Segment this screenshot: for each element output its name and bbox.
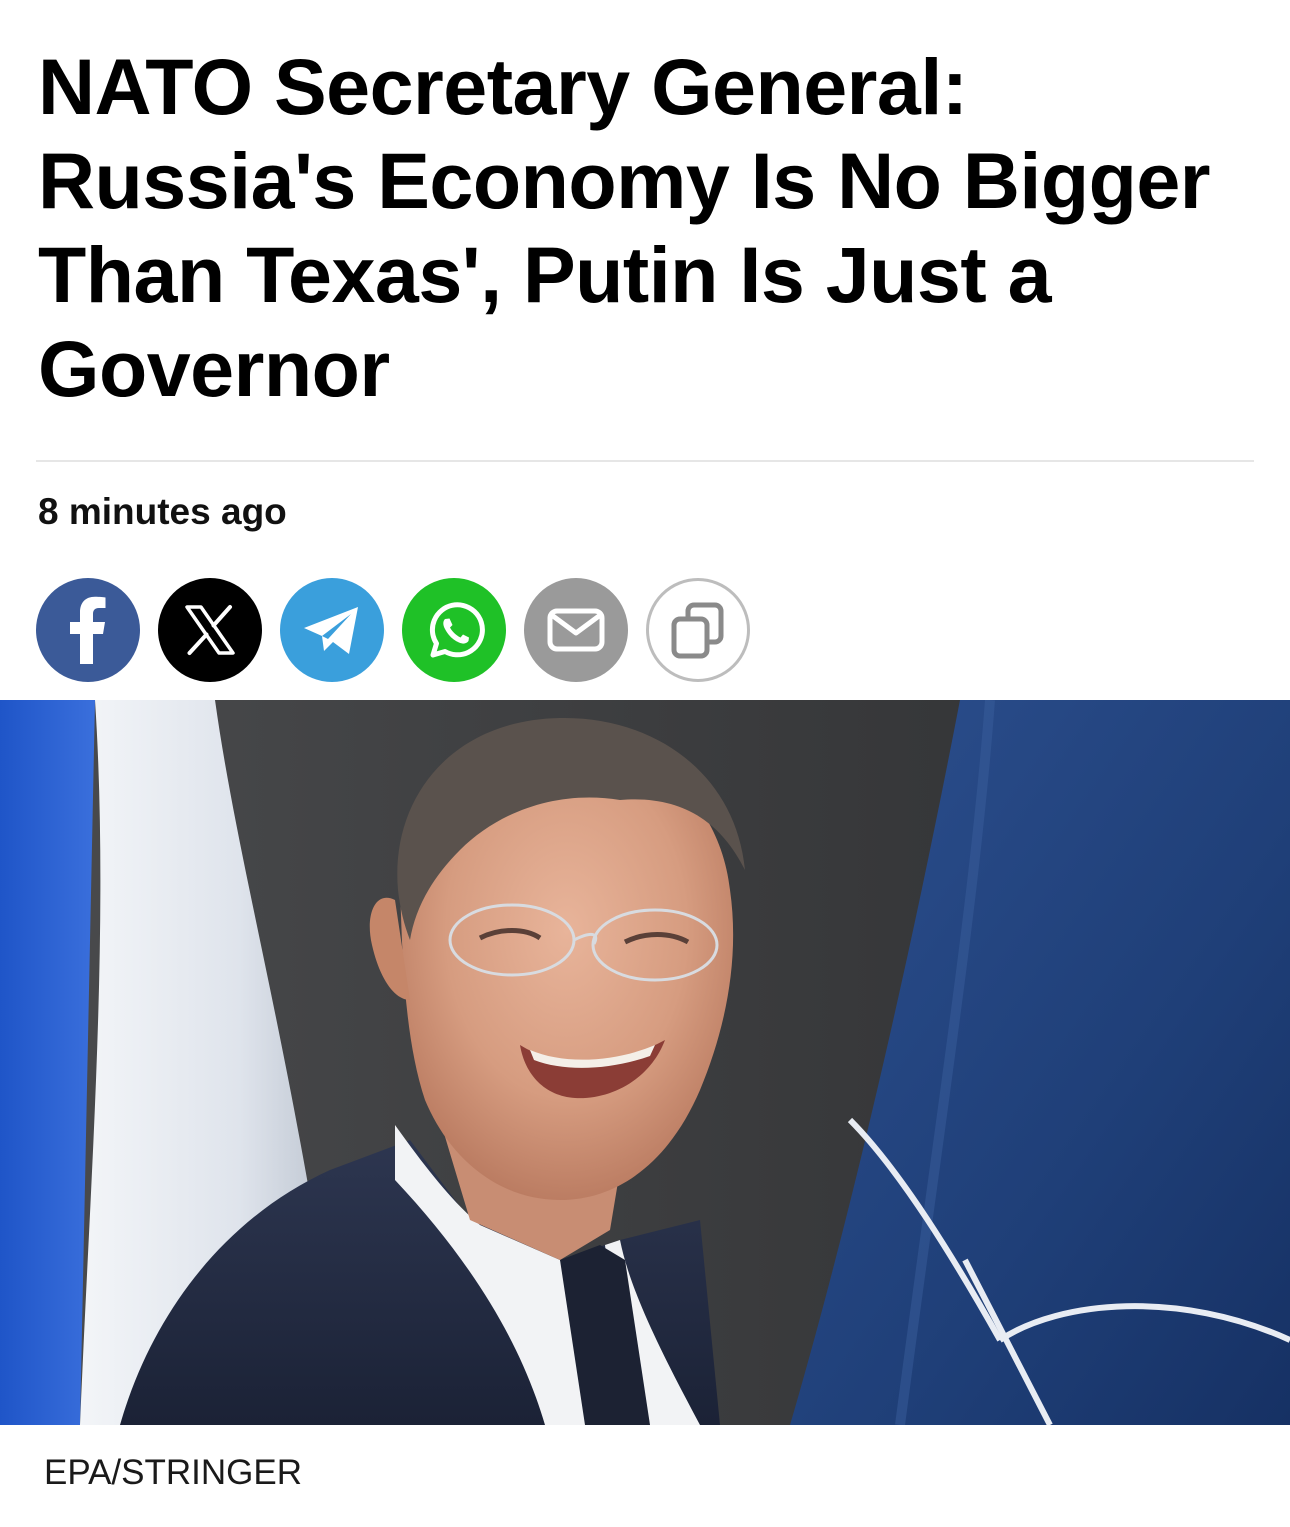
copy-icon [671, 602, 724, 659]
facebook-icon [70, 596, 106, 664]
photo-credit: EPA/STRINGER [44, 1453, 303, 1492]
share-x-button[interactable] [158, 578, 262, 682]
headline-divider [36, 460, 1254, 462]
copy-link-button[interactable] [646, 578, 750, 682]
email-icon [547, 608, 605, 652]
photo-illustration [0, 700, 1290, 1425]
whatsapp-icon [429, 602, 485, 658]
article-headline: NATO Secretary General: Russia's Economy… [38, 42, 1211, 413]
share-whatsapp-button[interactable] [402, 578, 506, 682]
share-bar [36, 578, 750, 684]
x-icon [185, 605, 235, 655]
share-facebook-button[interactable] [36, 578, 140, 682]
telegram-icon [304, 607, 358, 654]
article-photo [0, 700, 1290, 1425]
article-page: NATO Secretary General: Russia's Economy… [0, 0, 1290, 1527]
article-timestamp: 8 minutes ago [38, 491, 287, 532]
share-telegram-button[interactable] [280, 578, 384, 682]
share-email-button[interactable] [524, 578, 628, 682]
